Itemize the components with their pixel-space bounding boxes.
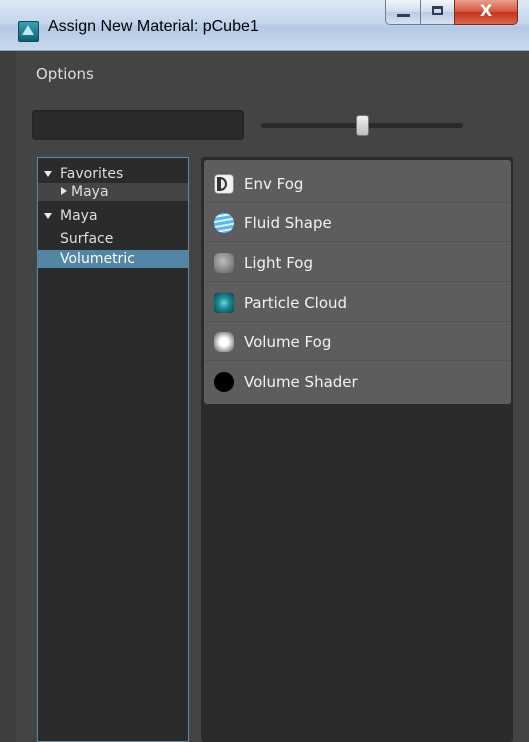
close-button[interactable]: X — [454, 0, 518, 25]
material-label: Particle Cloud — [244, 294, 348, 312]
maximize-icon — [432, 6, 443, 15]
material-label: Volume Fog — [244, 333, 332, 351]
material-label: Light Fog — [244, 254, 313, 272]
material-list-panel: Env Fog Fluid Shape Light Fog Particle C… — [201, 157, 513, 742]
collapse-triangle-icon[interactable] — [61, 187, 67, 195]
tree-item-label: Surface — [60, 231, 114, 247]
material-item-fluid-shape[interactable]: Fluid Shape — [204, 204, 511, 242]
minimize-icon — [397, 14, 410, 17]
tree-item-surface[interactable]: Surface — [38, 230, 188, 248]
tree-item-maya[interactable]: Maya — [38, 207, 188, 225]
material-label: Volume Shader — [244, 373, 358, 391]
particle-cloud-icon — [214, 293, 234, 313]
expand-triangle-icon[interactable] — [44, 213, 52, 219]
category-tree[interactable]: Favorites Maya Maya Surface Volumetric — [37, 157, 189, 742]
title-bar[interactable]: Assign New Material: pCube1 X — [0, 0, 529, 51]
light-fog-icon — [214, 253, 234, 273]
maya-app-icon — [18, 21, 39, 42]
window-title: Assign New Material: pCube1 — [48, 18, 259, 35]
fluid-shape-icon — [214, 213, 234, 233]
material-item-light-fog[interactable]: Light Fog — [204, 244, 511, 282]
minimize-button[interactable] — [385, 0, 421, 25]
volume-fog-icon — [214, 332, 234, 352]
tree-item-favorites-maya[interactable]: Maya — [38, 183, 188, 201]
volume-shader-icon — [214, 372, 234, 392]
menu-options[interactable]: Options — [36, 65, 94, 83]
menu-bar: Options — [16, 51, 529, 93]
tree-item-label: Favorites — [60, 166, 124, 182]
material-label: Env Fog — [244, 175, 304, 193]
material-item-volume-fog[interactable]: Volume Fog — [204, 323, 511, 361]
tree-item-label: Maya — [60, 208, 98, 224]
material-item-particle-cloud[interactable]: Particle Cloud — [204, 284, 511, 322]
maximize-button[interactable] — [420, 0, 455, 25]
tree-item-label: Maya — [71, 184, 109, 200]
close-icon: X — [479, 1, 493, 20]
tree-item-volumetric[interactable]: Volumetric — [38, 250, 188, 268]
material-item-volume-shader[interactable]: Volume Shader — [204, 363, 511, 401]
material-item-env-fog[interactable]: Env Fog — [204, 165, 511, 203]
slider-handle[interactable] — [356, 115, 369, 136]
material-label: Fluid Shape — [244, 214, 332, 232]
tree-item-label: Volumetric — [60, 251, 135, 267]
expand-triangle-icon[interactable] — [44, 171, 52, 177]
env-fog-icon — [214, 174, 234, 194]
material-list: Env Fog Fluid Shape Light Fog Particle C… — [204, 160, 511, 404]
tree-item-favorites[interactable]: Favorites — [38, 165, 188, 183]
filter-input[interactable] — [32, 110, 244, 140]
